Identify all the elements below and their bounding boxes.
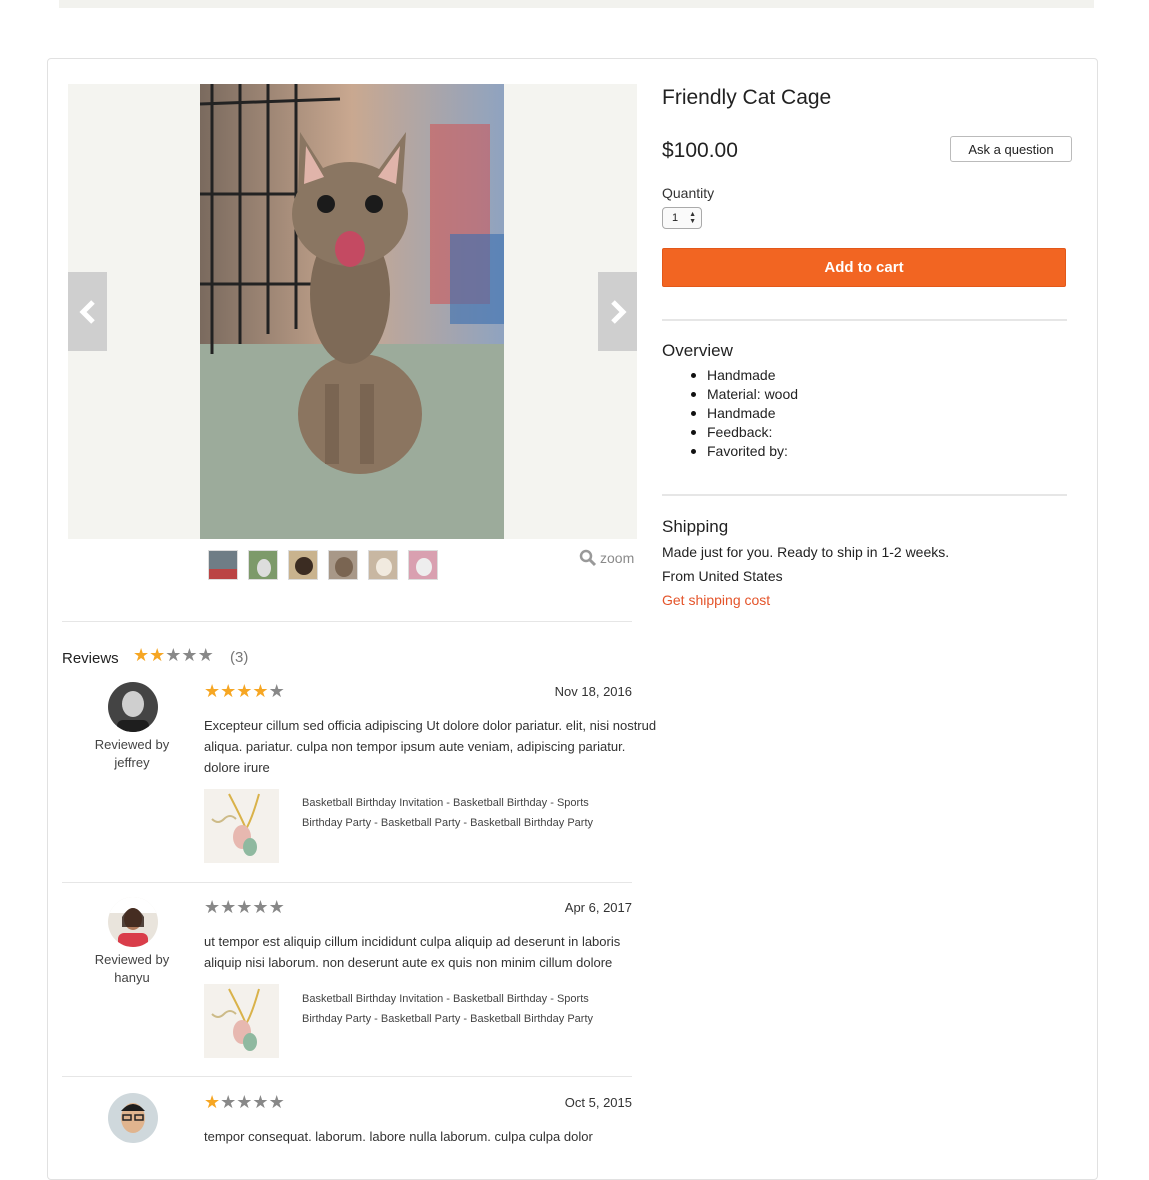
star-icon: ★ xyxy=(268,681,285,701)
divider xyxy=(662,494,1067,496)
star-icon: ★ xyxy=(252,897,269,917)
quantity-value: 1 xyxy=(672,212,679,224)
reviewed-item-image[interactable] xyxy=(204,984,279,1058)
review-count: (3) xyxy=(230,649,249,666)
ask-question-button[interactable]: Ask a question xyxy=(950,136,1072,162)
top-bar xyxy=(59,0,1094,8)
divider xyxy=(62,882,632,883)
reviews-heading: Reviews xyxy=(62,650,119,667)
star-icon: ★ xyxy=(204,681,221,701)
thumbnail[interactable] xyxy=(328,550,358,580)
list-item: Feedback: xyxy=(690,423,798,442)
previous-image-button[interactable] xyxy=(68,272,107,351)
star-icon: ★ xyxy=(236,897,253,917)
thumbnail-strip xyxy=(208,550,438,580)
shipping-origin: From United States xyxy=(662,568,783,584)
magnifier-icon xyxy=(579,549,597,567)
shipping-time: Made just for you. Ready to ship in 1-2 … xyxy=(662,544,950,560)
star-icon: ★ xyxy=(220,681,237,701)
avatar[interactable] xyxy=(108,1093,158,1143)
star-icon: ★ xyxy=(252,681,269,701)
avatar[interactable] xyxy=(108,682,158,732)
review-rating: ★ ★ ★ ★ ★ xyxy=(204,682,285,700)
review-date: Oct 5, 2015 xyxy=(564,1095,632,1110)
quantity-select[interactable]: 1 ▲ ▼ xyxy=(662,207,702,229)
list-item: Material: wood xyxy=(690,386,799,402)
product-photo[interactable] xyxy=(200,84,504,539)
star-icon: ★ xyxy=(181,645,198,665)
review-text: Excepteur cillum sed officia adipiscing … xyxy=(204,718,657,775)
star-icon: ★ xyxy=(268,897,285,917)
star-icon: ★ xyxy=(204,897,221,917)
list-item: Favorited by: xyxy=(690,442,798,461)
star-icon: ★ xyxy=(220,1092,237,1112)
reviewer-link[interactable]: jeffrey xyxy=(114,755,149,770)
thumbnail[interactable] xyxy=(408,550,438,580)
star-icon: ★ xyxy=(236,1092,253,1112)
divider xyxy=(62,1076,632,1077)
review-text: ut tempor est aliquip cillum incididunt … xyxy=(204,934,621,970)
thumbnail[interactable] xyxy=(208,550,238,580)
star-icon: ★ xyxy=(149,645,166,665)
next-image-button[interactable] xyxy=(598,272,637,351)
zoom-button[interactable]: zoom xyxy=(579,549,634,567)
shipping-cost-link[interactable]: Get shipping cost xyxy=(662,592,770,608)
avatar[interactable] xyxy=(108,897,158,947)
quantity-label: Quantity xyxy=(662,185,715,201)
chevron-left-icon xyxy=(78,299,95,324)
star-icon: ★ xyxy=(197,645,214,665)
reviewed-item-title[interactable]: Basketball Birthday Invitation - Basketb… xyxy=(302,793,622,833)
review-rating: ★ ★ ★ ★ ★ xyxy=(204,898,285,916)
star-icon: ★ xyxy=(204,1092,221,1112)
star-icon: ★ xyxy=(268,1092,285,1112)
overview-list: Handmade Material: wood Handmade Feedbac… xyxy=(690,366,799,461)
thumbnail[interactable] xyxy=(248,550,278,580)
zoom-label: zoom xyxy=(600,550,635,566)
review-date: Apr 6, 2017 xyxy=(564,900,632,915)
divider xyxy=(62,621,632,622)
review-rating: ★ ★ ★ ★ ★ xyxy=(204,1093,285,1111)
review-text: tempor consequat. laborum. labore nulla … xyxy=(204,1129,593,1144)
star-icon: ★ xyxy=(252,1092,269,1112)
divider xyxy=(662,319,1067,321)
shipping-heading: Shipping xyxy=(662,517,729,536)
chevron-right-icon xyxy=(610,299,627,324)
product-title: Friendly Cat Cage xyxy=(662,86,832,109)
star-icon: ★ xyxy=(165,645,182,665)
reviewed-item-image[interactable] xyxy=(204,789,279,863)
thumbnail[interactable] xyxy=(288,550,318,580)
product-price: $100.00 xyxy=(662,139,738,162)
reviewed-by-label: Reviewed by xyxy=(94,737,170,752)
reviewer-name: Reviewed by jeffrey xyxy=(82,736,182,772)
reviewer-name: Reviewed by hanyu xyxy=(82,951,182,987)
reviewed-by-label: Reviewed by xyxy=(94,952,170,967)
star-icon: ★ xyxy=(220,897,237,917)
list-item: Handmade xyxy=(690,404,798,423)
select-arrows-icon: ▲ ▼ xyxy=(689,211,696,225)
star-icon: ★ xyxy=(133,645,150,665)
overview-heading: Overview xyxy=(662,341,733,360)
review-date: Nov 18, 2016 xyxy=(554,684,632,699)
average-rating: ★ ★ ★ ★ ★ xyxy=(133,646,214,664)
reviewer-link[interactable]: hanyu xyxy=(114,970,149,985)
add-to-cart-button[interactable]: Add to cart xyxy=(662,248,1066,287)
list-item: Handmade xyxy=(690,366,798,385)
star-icon: ★ xyxy=(236,681,253,701)
reviewed-item-title[interactable]: Basketball Birthday Invitation - Basketb… xyxy=(302,989,622,1029)
thumbnail[interactable] xyxy=(368,550,398,580)
